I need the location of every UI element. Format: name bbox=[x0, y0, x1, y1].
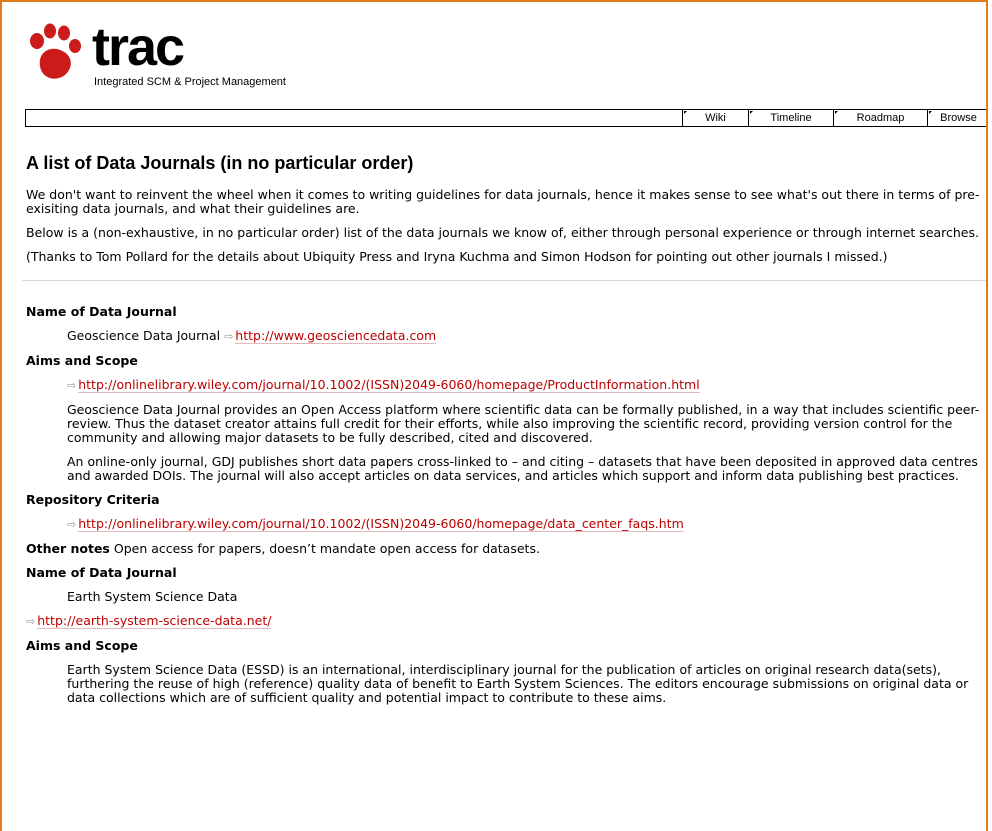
gdj-aims-link-line: ⇨ http://onlinelibrary.wiley.com/journal/… bbox=[67, 377, 986, 393]
gdj-other-notes: Other notes Open access for papers, does… bbox=[26, 542, 986, 556]
gdj-aims-paragraph-1: Geoscience Data Journal provides an Open… bbox=[67, 402, 980, 445]
gdj-name: Geoscience Data Journal bbox=[67, 328, 221, 343]
trac-logo[interactable]: trac Integrated SCM & Project Management bbox=[26, 20, 306, 90]
paw-logo-icon bbox=[30, 23, 81, 79]
gdj-repo-heading: Repository Criteria bbox=[26, 492, 160, 507]
intro-paragraph-1: We don't want to reinvent the wheel when… bbox=[26, 187, 980, 216]
nav-item-wiki[interactable]: Wiki bbox=[682, 110, 748, 126]
essd-aims-heading: Aims and Scope bbox=[26, 638, 138, 653]
logo-wordmark: trac bbox=[92, 17, 185, 77]
gdj-website-link[interactable]: http://www.geosciencedata.com bbox=[235, 328, 437, 344]
essd-aims-paragraph-1: Earth System Science Data (ESSD) is an i… bbox=[67, 662, 969, 705]
nav-item-timeline[interactable]: Timeline bbox=[748, 110, 833, 126]
main-navigation: Wiki Timeline Roadmap Browse bbox=[25, 109, 986, 127]
nav-item-browse[interactable]: Browse bbox=[927, 110, 986, 126]
section-divider bbox=[22, 280, 986, 281]
gdj-repo-faq-link[interactable]: http://onlinelibrary.wiley.com/journal/1… bbox=[78, 516, 684, 532]
wiki-content: A list of Data Journals (in no particula… bbox=[22, 152, 986, 715]
gdj-name-heading: Name of Data Journal bbox=[26, 304, 177, 319]
other-notes-text: Open access for papers, doesn’t mandate … bbox=[113, 541, 540, 556]
gdj-product-info-link[interactable]: http://onlinelibrary.wiley.com/journal/1… bbox=[78, 377, 700, 393]
gdj-name-line: Geoscience Data Journal ⇨ http://www.geos… bbox=[67, 328, 986, 344]
intro-paragraph-2: Below is a (non-exhaustive, in no partic… bbox=[26, 225, 979, 240]
essd-name-heading: Name of Data Journal bbox=[26, 565, 177, 580]
intro-paragraph-3: (Thanks to Tom Pollard for the details a… bbox=[26, 249, 888, 264]
external-link-icon: ⇨ bbox=[26, 615, 36, 628]
gdj-aims-paragraph-2: An online-only journal, GDJ publishes sh… bbox=[67, 454, 978, 483]
external-link-icon: ⇨ bbox=[67, 518, 77, 531]
logo-tagline: Integrated SCM & Project Management bbox=[94, 76, 286, 88]
external-link-icon: ⇨ bbox=[224, 330, 234, 343]
essd-name: Earth System Science Data bbox=[67, 589, 238, 604]
essd-link-line: ⇨ http://earth-system-science-data.net/ bbox=[26, 613, 986, 629]
nav-item-roadmap[interactable]: Roadmap bbox=[833, 110, 927, 126]
page-title: A list of Data Journals (in no particula… bbox=[26, 153, 414, 173]
other-notes-label: Other notes bbox=[26, 541, 110, 556]
essd-website-link[interactable]: http://earth-system-science-data.net/ bbox=[37, 613, 272, 629]
gdj-aims-heading: Aims and Scope bbox=[26, 353, 138, 368]
page-frame: trac Integrated SCM & Project Management… bbox=[0, 0, 988, 831]
gdj-repo-link-line: ⇨ http://onlinelibrary.wiley.com/journal/… bbox=[67, 516, 986, 532]
external-link-icon: ⇨ bbox=[67, 379, 77, 392]
